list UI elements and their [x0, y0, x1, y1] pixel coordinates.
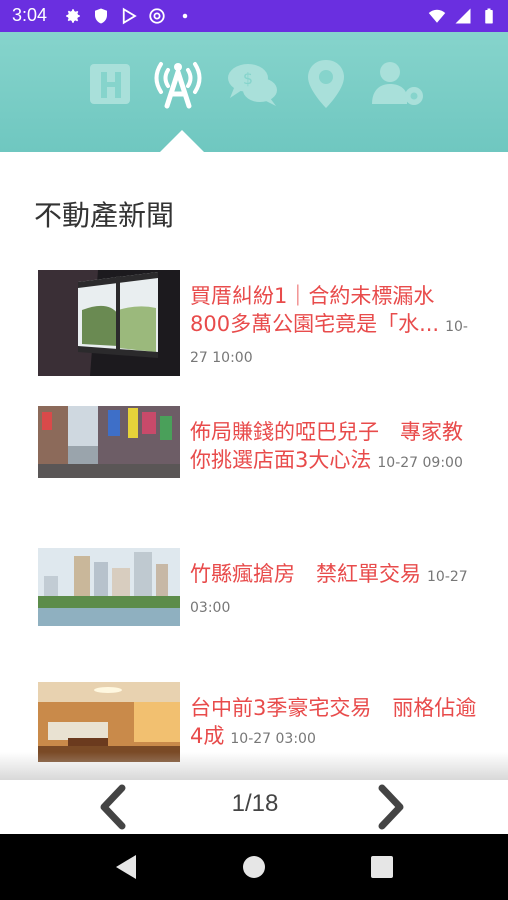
news-thumbnail-skyline [38, 548, 180, 626]
tab-location[interactable] [298, 56, 354, 112]
hospital-icon [90, 64, 130, 104]
shield-icon [95, 8, 107, 24]
svg-text:$: $ [243, 69, 253, 88]
home-icon[interactable] [238, 851, 270, 883]
chevron-left-icon[interactable] [94, 782, 134, 832]
news-item-2[interactable]: 佈局賺錢的啞巴兒子 專家教你挑選店面3大心法 10-27 09:00 [38, 406, 478, 478]
system-nav-bar [0, 834, 508, 900]
header-tab-bar: $ [0, 32, 508, 152]
status-bar: 3:04 [0, 0, 508, 32]
news-title: 竹縣瘋搶房 禁紅單交易 [190, 562, 421, 586]
page-indicator: 1/18 [231, 790, 279, 817]
tab-hospital[interactable] [84, 56, 140, 112]
pager: 1/18 [0, 780, 508, 834]
tab-user-settings[interactable] [370, 56, 426, 112]
battery-icon [485, 8, 493, 24]
chevron-right-icon[interactable] [370, 782, 410, 832]
dot-icon [182, 13, 188, 19]
status-icons-right [428, 7, 498, 25]
circle-at-icon [149, 8, 165, 24]
back-icon[interactable] [110, 851, 142, 883]
news-text: 台中前3季豪宅交易 丽格佔逾4成 10-27 03:00 [190, 694, 480, 753]
news-item-4[interactable]: 台中前3季豪宅交易 丽格佔逾4成 10-27 03:00 [38, 682, 478, 762]
chat-icon: $ [228, 64, 277, 106]
news-item-3[interactable]: 竹縣瘋搶房 禁紅單交易 10-27 03:00 [38, 548, 478, 626]
news-time: 10-27 09:00 [377, 455, 463, 471]
play-store-icon [122, 7, 137, 25]
user-settings-icon [372, 62, 423, 105]
scroll-fade [0, 752, 508, 780]
news-thumbnail-window [38, 270, 180, 376]
location-icon [308, 60, 344, 108]
tab-antenna[interactable] [150, 56, 206, 112]
news-title: 買厝糾紛1｜合約未標漏水 800多萬公園宅竟是「水... [190, 284, 456, 336]
active-tab-indicator [160, 130, 204, 152]
status-icons-left [64, 7, 194, 25]
antenna-icon [154, 62, 202, 109]
news-text: 佈局賺錢的啞巴兒子 專家教你挑選店面3大心法 10-27 09:00 [190, 418, 480, 477]
news-thumbnail-interior [38, 682, 180, 762]
page-title: 不動產新聞 [34, 199, 175, 232]
news-thumbnail-street [38, 406, 180, 478]
status-time: 3:04 [12, 5, 48, 25]
tab-chat[interactable]: $ [224, 56, 280, 112]
gear-icon [66, 9, 80, 23]
wifi-icon [428, 9, 446, 23]
news-time: 10-27 03:00 [230, 731, 316, 747]
news-text: 買厝糾紛1｜合約未標漏水 800多萬公園宅竟是「水... 10-27 10:00 [190, 282, 480, 372]
recents-icon[interactable] [366, 851, 398, 883]
signal-icon [455, 8, 471, 24]
news-item-1[interactable]: 買厝糾紛1｜合約未標漏水 800多萬公園宅竟是「水... 10-27 10:00 [38, 270, 478, 376]
news-text: 竹縣瘋搶房 禁紅單交易 10-27 03:00 [190, 560, 480, 622]
